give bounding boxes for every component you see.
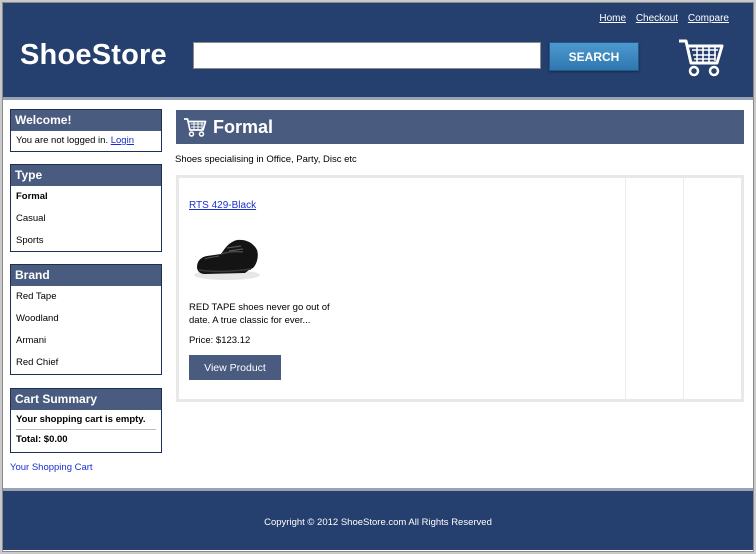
home-link[interactable]: Home (599, 13, 626, 24)
type-item-casual[interactable]: Casual (11, 208, 161, 230)
view-product-button[interactable]: View Product (189, 355, 281, 380)
brand-item-woodland[interactable]: Woodland (11, 308, 161, 330)
shopping-cart-icon[interactable] (677, 37, 725, 77)
product-grid: RTS 429-Black RED TAPE shoes never go ou… (176, 175, 744, 402)
cart-summary-title: Cart Summary (11, 389, 161, 410)
copyright-text: Copyright © 2012 ShoeStore.com All Right… (264, 517, 492, 528)
search-input[interactable] (193, 42, 541, 69)
checkout-link[interactable]: Checkout (636, 13, 678, 24)
compare-link[interactable]: Compare (688, 13, 729, 24)
top-links: Home Checkout Compare (592, 13, 729, 24)
category-description: Shoes specialising in Office, Party, Dis… (175, 154, 357, 165)
brand-item-red-chief[interactable]: Red Chief (11, 352, 161, 374)
brand-item-armani[interactable]: Armani (11, 330, 161, 352)
brand-box: Brand Red Tape Woodland Armani Red Chief (10, 264, 162, 375)
cart-empty-message: Your shopping cart is empty. (16, 410, 156, 430)
login-status-text: You are not logged in. (16, 135, 111, 146)
type-title: Type (11, 165, 161, 186)
search-button[interactable]: SEARCH (549, 42, 639, 71)
product-description: RED TAPE shoes never go out of date. A t… (189, 302, 330, 326)
grid-divider (625, 178, 626, 399)
shoe-image[interactable] (191, 230, 261, 286)
your-shopping-cart-link[interactable]: Your Shopping Cart (10, 462, 93, 473)
site-footer: Copyright © 2012 ShoeStore.com All Right… (3, 488, 753, 550)
welcome-title: Welcome! (11, 110, 161, 131)
site-header: Home Checkout Compare ShoeStore SEARCH (3, 3, 753, 100)
type-item-formal[interactable]: Formal (11, 186, 161, 208)
shopping-cart-icon (184, 118, 207, 137)
category-title: Formal (213, 117, 274, 137)
brand-item-red-tape[interactable]: Red Tape (11, 286, 161, 308)
cart-summary-box: Cart Summary Your shopping cart is empty… (10, 388, 162, 453)
login-status: You are not logged in. Login (11, 131, 161, 150)
cart-total: Total: $0.00 (16, 434, 68, 445)
brand-title: Brand (11, 265, 161, 286)
site-logo[interactable]: ShoeStore (20, 39, 167, 72)
product-name-link[interactable]: RTS 429-Black (189, 200, 256, 211)
category-header: Formal (176, 110, 744, 144)
type-item-sports[interactable]: Sports (11, 230, 161, 252)
login-link[interactable]: Login (111, 135, 134, 146)
welcome-box: Welcome! You are not logged in. Login (10, 109, 162, 152)
grid-divider (683, 178, 684, 399)
product-price: Price: $123.12 (189, 335, 251, 346)
type-box: Type Formal Casual Sports (10, 164, 162, 252)
